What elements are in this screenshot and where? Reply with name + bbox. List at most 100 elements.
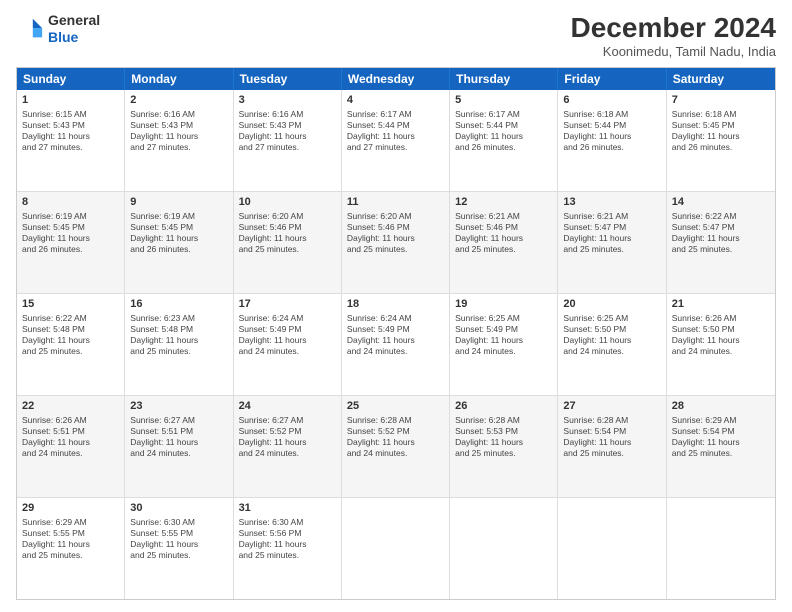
calendar-cell: 16Sunrise: 6:23 AM Sunset: 5:48 PM Dayli… [125,294,233,395]
day-number: 23 [130,399,227,414]
day-number: 16 [130,297,227,312]
calendar-cell: 27Sunrise: 6:28 AM Sunset: 5:54 PM Dayli… [558,396,666,497]
calendar-cell [450,498,558,599]
cell-info: Sunrise: 6:29 AM Sunset: 5:55 PM Dayligh… [22,517,119,561]
calendar-cell: 10Sunrise: 6:20 AM Sunset: 5:46 PM Dayli… [234,192,342,293]
day-number: 3 [239,93,336,108]
calendar-cell: 22Sunrise: 6:26 AM Sunset: 5:51 PM Dayli… [17,396,125,497]
header-wednesday: Wednesday [342,68,450,90]
calendar-cell: 9Sunrise: 6:19 AM Sunset: 5:45 PM Daylig… [125,192,233,293]
cell-info: Sunrise: 6:18 AM Sunset: 5:44 PM Dayligh… [563,109,660,153]
cell-info: Sunrise: 6:16 AM Sunset: 5:43 PM Dayligh… [130,109,227,153]
day-number: 21 [672,297,770,312]
day-number: 9 [130,195,227,210]
cell-info: Sunrise: 6:21 AM Sunset: 5:47 PM Dayligh… [563,211,660,255]
day-number: 15 [22,297,119,312]
cell-info: Sunrise: 6:25 AM Sunset: 5:49 PM Dayligh… [455,313,552,357]
day-number: 25 [347,399,444,414]
location: Koonimedu, Tamil Nadu, India [571,44,776,59]
cell-info: Sunrise: 6:25 AM Sunset: 5:50 PM Dayligh… [563,313,660,357]
header-sunday: Sunday [17,68,125,90]
calendar-cell: 13Sunrise: 6:21 AM Sunset: 5:47 PM Dayli… [558,192,666,293]
calendar-body: 1Sunrise: 6:15 AM Sunset: 5:43 PM Daylig… [17,90,775,599]
calendar-cell: 26Sunrise: 6:28 AM Sunset: 5:53 PM Dayli… [450,396,558,497]
day-number: 19 [455,297,552,312]
calendar-cell: 5Sunrise: 6:17 AM Sunset: 5:44 PM Daylig… [450,90,558,191]
calendar-cell [342,498,450,599]
calendar-header: Sunday Monday Tuesday Wednesday Thursday… [17,68,775,90]
calendar-row: 8Sunrise: 6:19 AM Sunset: 5:45 PM Daylig… [17,191,775,293]
day-number: 13 [563,195,660,210]
cell-info: Sunrise: 6:17 AM Sunset: 5:44 PM Dayligh… [347,109,444,153]
cell-info: Sunrise: 6:19 AM Sunset: 5:45 PM Dayligh… [22,211,119,255]
calendar: Sunday Monday Tuesday Wednesday Thursday… [16,67,776,600]
cell-info: Sunrise: 6:28 AM Sunset: 5:52 PM Dayligh… [347,415,444,459]
calendar-cell: 6Sunrise: 6:18 AM Sunset: 5:44 PM Daylig… [558,90,666,191]
day-number: 10 [239,195,336,210]
cell-info: Sunrise: 6:24 AM Sunset: 5:49 PM Dayligh… [239,313,336,357]
calendar-cell: 14Sunrise: 6:22 AM Sunset: 5:47 PM Dayli… [667,192,775,293]
header-saturday: Saturday [667,68,775,90]
day-number: 31 [239,501,336,516]
day-number: 17 [239,297,336,312]
calendar-cell [558,498,666,599]
calendar-cell: 18Sunrise: 6:24 AM Sunset: 5:49 PM Dayli… [342,294,450,395]
calendar-cell: 24Sunrise: 6:27 AM Sunset: 5:52 PM Dayli… [234,396,342,497]
calendar-cell: 11Sunrise: 6:20 AM Sunset: 5:46 PM Dayli… [342,192,450,293]
cell-info: Sunrise: 6:27 AM Sunset: 5:52 PM Dayligh… [239,415,336,459]
calendar-row: 15Sunrise: 6:22 AM Sunset: 5:48 PM Dayli… [17,293,775,395]
day-number: 20 [563,297,660,312]
cell-info: Sunrise: 6:26 AM Sunset: 5:50 PM Dayligh… [672,313,770,357]
calendar-cell: 28Sunrise: 6:29 AM Sunset: 5:54 PM Dayli… [667,396,775,497]
calendar-cell: 29Sunrise: 6:29 AM Sunset: 5:55 PM Dayli… [17,498,125,599]
calendar-cell: 12Sunrise: 6:21 AM Sunset: 5:46 PM Dayli… [450,192,558,293]
cell-info: Sunrise: 6:27 AM Sunset: 5:51 PM Dayligh… [130,415,227,459]
calendar-cell: 4Sunrise: 6:17 AM Sunset: 5:44 PM Daylig… [342,90,450,191]
calendar-cell: 25Sunrise: 6:28 AM Sunset: 5:52 PM Dayli… [342,396,450,497]
cell-info: Sunrise: 6:23 AM Sunset: 5:48 PM Dayligh… [130,313,227,357]
logo-icon [16,15,44,43]
cell-info: Sunrise: 6:24 AM Sunset: 5:49 PM Dayligh… [347,313,444,357]
day-number: 24 [239,399,336,414]
month-title: December 2024 [571,12,776,44]
cell-info: Sunrise: 6:26 AM Sunset: 5:51 PM Dayligh… [22,415,119,459]
calendar-row: 1Sunrise: 6:15 AM Sunset: 5:43 PM Daylig… [17,90,775,191]
day-number: 11 [347,195,444,210]
page: General Blue December 2024 Koonimedu, Ta… [0,0,792,612]
cell-info: Sunrise: 6:29 AM Sunset: 5:54 PM Dayligh… [672,415,770,459]
cell-info: Sunrise: 6:30 AM Sunset: 5:55 PM Dayligh… [130,517,227,561]
cell-info: Sunrise: 6:16 AM Sunset: 5:43 PM Dayligh… [239,109,336,153]
header-tuesday: Tuesday [234,68,342,90]
cell-info: Sunrise: 6:30 AM Sunset: 5:56 PM Dayligh… [239,517,336,561]
day-number: 7 [672,93,770,108]
day-number: 18 [347,297,444,312]
header: General Blue December 2024 Koonimedu, Ta… [16,12,776,59]
cell-info: Sunrise: 6:20 AM Sunset: 5:46 PM Dayligh… [347,211,444,255]
day-number: 2 [130,93,227,108]
calendar-cell: 15Sunrise: 6:22 AM Sunset: 5:48 PM Dayli… [17,294,125,395]
calendar-cell: 7Sunrise: 6:18 AM Sunset: 5:45 PM Daylig… [667,90,775,191]
header-friday: Friday [558,68,666,90]
cell-info: Sunrise: 6:19 AM Sunset: 5:45 PM Dayligh… [130,211,227,255]
day-number: 28 [672,399,770,414]
cell-info: Sunrise: 6:22 AM Sunset: 5:47 PM Dayligh… [672,211,770,255]
calendar-cell: 8Sunrise: 6:19 AM Sunset: 5:45 PM Daylig… [17,192,125,293]
day-number: 8 [22,195,119,210]
day-number: 30 [130,501,227,516]
calendar-cell: 20Sunrise: 6:25 AM Sunset: 5:50 PM Dayli… [558,294,666,395]
calendar-cell: 31Sunrise: 6:30 AM Sunset: 5:56 PM Dayli… [234,498,342,599]
cell-info: Sunrise: 6:28 AM Sunset: 5:53 PM Dayligh… [455,415,552,459]
calendar-cell: 19Sunrise: 6:25 AM Sunset: 5:49 PM Dayli… [450,294,558,395]
logo-text: General Blue [48,12,100,46]
cell-info: Sunrise: 6:20 AM Sunset: 5:46 PM Dayligh… [239,211,336,255]
calendar-cell: 21Sunrise: 6:26 AM Sunset: 5:50 PM Dayli… [667,294,775,395]
calendar-cell: 1Sunrise: 6:15 AM Sunset: 5:43 PM Daylig… [17,90,125,191]
day-number: 1 [22,93,119,108]
calendar-row: 29Sunrise: 6:29 AM Sunset: 5:55 PM Dayli… [17,497,775,599]
day-number: 6 [563,93,660,108]
cell-info: Sunrise: 6:18 AM Sunset: 5:45 PM Dayligh… [672,109,770,153]
cell-info: Sunrise: 6:17 AM Sunset: 5:44 PM Dayligh… [455,109,552,153]
cell-info: Sunrise: 6:15 AM Sunset: 5:43 PM Dayligh… [22,109,119,153]
title-block: December 2024 Koonimedu, Tamil Nadu, Ind… [571,12,776,59]
cell-info: Sunrise: 6:21 AM Sunset: 5:46 PM Dayligh… [455,211,552,255]
